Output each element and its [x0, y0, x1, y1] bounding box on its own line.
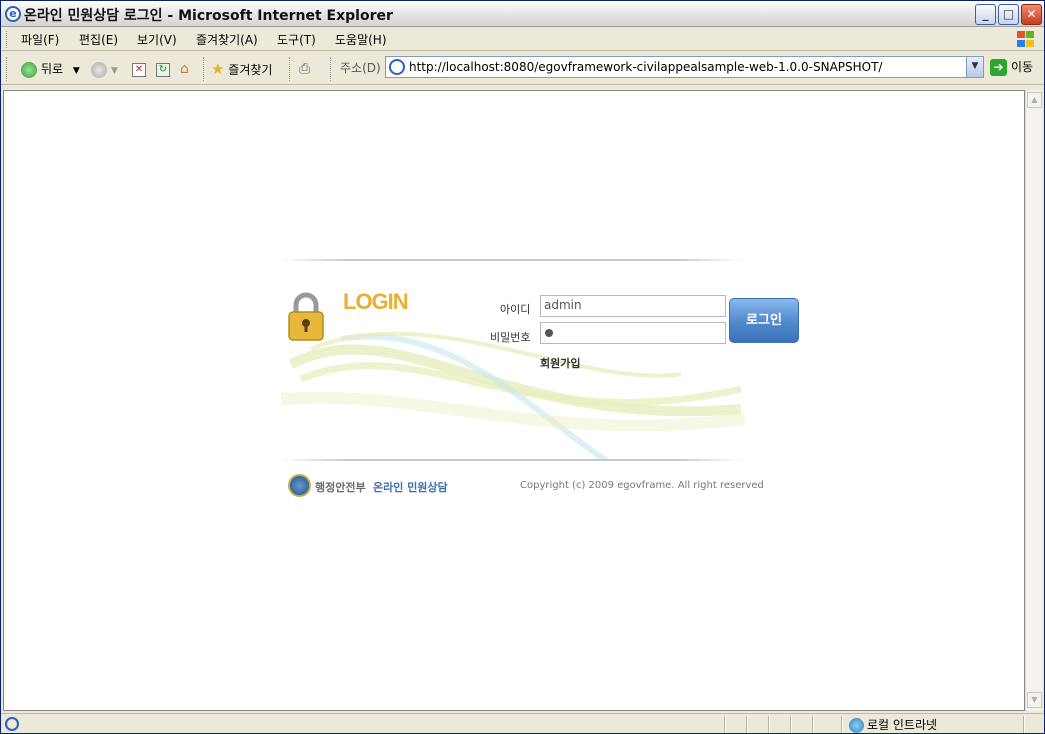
padlock-icon [288, 292, 324, 341]
toolbar-separator [203, 57, 205, 81]
forward-dropdown-icon[interactable]: ▼ [111, 66, 118, 76]
print-button[interactable]: ⎙ [299, 59, 310, 79]
back-arrow-icon [21, 61, 37, 78]
minimize-button[interactable]: _ [975, 4, 996, 25]
window-title: 온라인 민원상담 로그인 - Microsoft Internet Explor… [24, 8, 393, 24]
status-separator [790, 716, 792, 733]
address-url[interactable]: http://localhost:8080/egovframework-civi… [409, 60, 882, 74]
government-emblem-icon [288, 474, 311, 497]
menu-bar: 파일(F) 편집(E) 보기(V) 즐겨찾기(A) 도구(T) 도움말(H) [1, 28, 1044, 51]
address-dropdown-icon[interactable]: ▼ [966, 57, 983, 77]
status-separator [841, 716, 843, 733]
vertical-scrollbar[interactable]: ▲ ▼ [1025, 90, 1042, 711]
star-icon: ★ [211, 60, 225, 78]
stop-icon: ✕ [132, 62, 146, 77]
password-mask-dot [545, 329, 553, 337]
refresh-button[interactable]: ↻ [156, 59, 170, 79]
favorites-label: 즐겨찾기 [228, 63, 273, 77]
join-link[interactable]: 회원가입 [540, 355, 580, 371]
address-label: 주소(D) [340, 61, 381, 75]
status-separator [1023, 716, 1025, 733]
title-bar[interactable]: e 온라인 민원상담 로그인 - Microsoft Internet Expl… [1, 1, 1044, 27]
security-zone[interactable]: 로컬 인트라넷 [849, 716, 937, 733]
ministry-name: 행정안전부 [315, 481, 366, 494]
id-input[interactable]: admin [540, 295, 726, 317]
go-arrow-icon: ➔ [990, 59, 1007, 76]
password-input[interactable] [540, 322, 726, 344]
login-panel: LOGIN [281, 259, 745, 464]
close-button[interactable]: ✕ [1021, 4, 1042, 25]
panel-top-divider [281, 259, 745, 261]
ie-logo-icon: e [5, 6, 21, 22]
go-label: 이동 [1011, 60, 1034, 74]
copyright-text: Copyright (c) 2009 egovframe. All right … [520, 480, 764, 491]
menu-favorites[interactable]: 즐겨찾기(A) [196, 31, 258, 48]
status-separator [746, 716, 748, 733]
status-page-icon [5, 717, 19, 731]
login-heading: LOGIN [343, 289, 409, 314]
toolbar-grip [6, 57, 8, 81]
menu-tools[interactable]: 도구(T) [277, 31, 316, 48]
refresh-icon: ↻ [156, 62, 170, 77]
go-button[interactable]: ➔ 이동 [990, 58, 1033, 78]
password-label: 비밀번호 [490, 331, 531, 344]
panel-bottom-divider [281, 459, 745, 461]
menu-view[interactable]: 보기(V) [137, 31, 177, 48]
menu-grip [6, 31, 9, 48]
menu-help[interactable]: 도움말(H) [335, 31, 387, 48]
home-button[interactable]: ⌂ [180, 59, 189, 79]
back-dropdown-icon[interactable]: ▼ [73, 66, 80, 76]
printer-icon: ⎙ [299, 61, 311, 77]
address-bar[interactable]: http://localhost:8080/egovframework-civi… [385, 56, 984, 78]
status-separator [812, 716, 814, 733]
toolbar-separator [330, 57, 332, 81]
windows-logo-icon [1016, 30, 1036, 48]
intranet-globe-icon [849, 718, 864, 733]
stop-button[interactable]: ✕ [132, 59, 146, 79]
status-separator [768, 716, 770, 733]
back-label: 뒤로 [41, 62, 64, 76]
status-bar: 로컬 인트라넷 [1, 713, 1044, 734]
scroll-up-icon[interactable]: ▲ [1027, 92, 1042, 108]
forward-arrow-icon [91, 61, 107, 78]
browser-window: e 온라인 민원상담 로그인 - Microsoft Internet Expl… [0, 0, 1045, 734]
menu-file[interactable]: 파일(F) [21, 31, 59, 48]
page-icon [389, 59, 405, 75]
login-button[interactable]: 로그인 [729, 298, 799, 343]
zone-label: 로컬 인트라넷 [867, 718, 938, 732]
back-button[interactable]: 뒤로 ▼ [21, 59, 80, 79]
menu-edit[interactable]: 편집(E) [79, 31, 118, 48]
id-label: 아이디 [500, 303, 531, 316]
maximize-button[interactable]: □ [998, 4, 1019, 25]
favorites-button[interactable]: ★ 즐겨찾기 [211, 59, 272, 79]
scroll-down-icon[interactable]: ▼ [1027, 692, 1042, 708]
service-name: 온라인 민원상담 [373, 481, 448, 494]
forward-button[interactable]: ▼ [91, 59, 118, 79]
toolbar-separator [289, 57, 291, 81]
home-icon: ⌂ [180, 61, 189, 77]
status-separator [724, 716, 726, 733]
